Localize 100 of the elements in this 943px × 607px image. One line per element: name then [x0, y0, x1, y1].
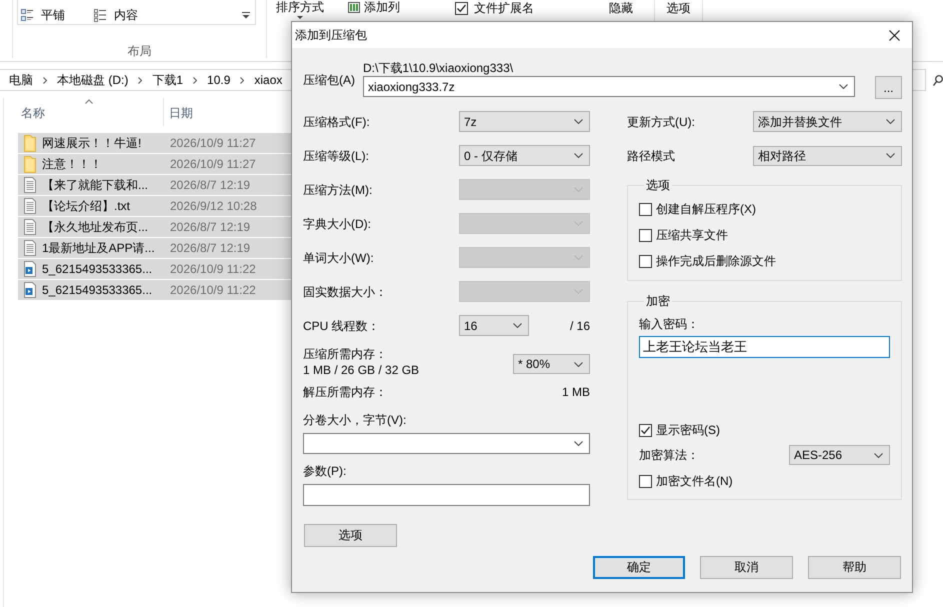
- file-name: 注意！！！: [42, 156, 103, 172]
- file-date: 2026/8/7 12:19: [170, 220, 250, 234]
- chevron-down-icon: [874, 452, 883, 458]
- file-name: 【论坛介绍】.txt: [42, 198, 132, 214]
- dialog-button[interactable]: 帮助: [808, 556, 901, 579]
- field-label: CPU 线程数：: [303, 318, 381, 334]
- file-date: 2026/10/9 11:27: [170, 136, 256, 150]
- options-button[interactable]: 选项: [304, 524, 397, 547]
- group-title: 加密: [645, 294, 671, 308]
- options-button[interactable]: 选项: [666, 1, 690, 15]
- breadcrumb-item[interactable]: xiaox: [254, 73, 282, 87]
- archive-name-combo[interactable]: xiaoxiong333.7z: [363, 76, 855, 97]
- file-name: 【永久地址发布页...: [42, 218, 150, 236]
- column-header[interactable]: 日期: [164, 98, 284, 126]
- memory-value: 1 MB: [562, 384, 590, 400]
- input-field[interactable]: [303, 484, 590, 506]
- field-label: 压缩格式(F):: [303, 114, 371, 130]
- archive-path: D:\下载1\10.9\xiaoxiong333\: [363, 60, 514, 76]
- checkbox-label[interactable]: 文件扩展名: [474, 0, 534, 16]
- chevron-right-icon: [240, 76, 244, 84]
- checkbox-label[interactable]: 显示密码(S): [656, 422, 720, 438]
- field-label: 压缩包(A): [303, 72, 356, 88]
- checkbox[interactable]: [639, 424, 652, 436]
- sort-button[interactable]: 排序方式: [273, 0, 327, 19]
- checkbox[interactable]: [455, 2, 468, 14]
- expand-arrow-icon[interactable]: [242, 12, 250, 18]
- dialog-button[interactable]: 确定: [593, 556, 685, 579]
- dropdown[interactable]: AES-256: [789, 445, 890, 465]
- chevron-right-icon: [138, 76, 142, 84]
- layout-option[interactable]: 内容: [94, 6, 167, 24]
- chevron-down-icon: [513, 323, 522, 328]
- folder-icon: [24, 134, 36, 152]
- file-date: 2026/10/9 11:22: [170, 262, 256, 276]
- dropdown[interactable]: 0 - 仅存储: [459, 145, 590, 166]
- chevron-down-icon: [839, 84, 848, 89]
- dropdown[interactable]: * 80%: [513, 354, 590, 374]
- chevron-down-icon: [886, 153, 895, 158]
- file-date: 2026/10/9 11:27: [170, 157, 256, 171]
- field-label: 解压所需内存：: [303, 384, 387, 400]
- breadcrumb-item[interactable]: 10.9: [207, 73, 230, 87]
- breadcrumb-item[interactable]: 本地磁盘 (D:): [57, 73, 128, 87]
- chevron-down-icon: [574, 362, 583, 366]
- field-label: 更新方式(U):: [627, 114, 696, 130]
- file-name: 1最新地址及APP请...: [42, 240, 156, 256]
- text-file-icon: [24, 219, 36, 235]
- media-file-icon: [24, 261, 36, 277]
- dropdown[interactable]: 添加并替换文件: [753, 111, 902, 132]
- dialog-title: 添加到压缩包: [295, 28, 368, 42]
- field-label: 路径模式: [627, 148, 676, 164]
- checkbox[interactable]: [639, 202, 652, 216]
- checkbox[interactable]: [639, 228, 652, 242]
- chevron-right-icon: [43, 76, 47, 84]
- chevron-down-icon: [574, 441, 583, 446]
- file-name: 【来了就能下载和...: [42, 176, 150, 194]
- file-name: 5_6215493533365...: [42, 283, 154, 297]
- group-title: 选项: [645, 178, 671, 192]
- password-field[interactable]: 上老王论坛当老王: [639, 336, 890, 358]
- file-date: 2026/8/7 12:19: [170, 178, 250, 192]
- text-file-icon: [24, 240, 36, 256]
- thread-count-max: / 16: [570, 318, 590, 334]
- browse-button[interactable]: ...: [875, 76, 902, 99]
- checkbox-label[interactable]: 创建自解压程序(X): [656, 201, 756, 217]
- checkbox-label[interactable]: 压缩共享文件: [656, 227, 728, 243]
- field-label: 输入密码：: [639, 316, 700, 332]
- file-name: 网速展示！！牛逼!: [42, 134, 142, 152]
- add-columns-button[interactable]: 添加列: [348, 0, 400, 14]
- memory-usage: 1 MB / 26 GB / 32 GB: [303, 362, 420, 378]
- field-label: 参数(P):: [303, 463, 348, 479]
- volume-size-combo[interactable]: [303, 433, 590, 454]
- dropdown[interactable]: 相对路径: [753, 146, 902, 166]
- checkbox-label[interactable]: 加密文件名(N): [656, 473, 733, 489]
- chevron-down-icon: [574, 119, 583, 124]
- checkbox-label[interactable]: 操作完成后删除源文件: [656, 253, 776, 269]
- search-icon[interactable]: [933, 74, 943, 86]
- hide-button[interactable]: 隐藏: [595, 1, 647, 15]
- text-file-icon: [24, 198, 36, 214]
- chevron-down-icon: [886, 119, 895, 124]
- breadcrumb-item[interactable]: 电脑: [9, 73, 33, 87]
- close-icon: [888, 30, 900, 40]
- layout-option[interactable]: 平铺: [21, 6, 94, 24]
- field-label: 加密算法：: [639, 447, 700, 463]
- caret-icon: [297, 16, 303, 19]
- tiles-icon: [21, 9, 33, 21]
- content-view-icon: [94, 8, 106, 22]
- column-header[interactable]: 名称: [18, 98, 164, 126]
- checkbox[interactable]: [639, 474, 652, 488]
- file-name: 5_6215493533365...: [42, 262, 154, 276]
- text-file-icon: [24, 177, 36, 193]
- file-date: 2026/10/9 11:22: [170, 283, 256, 297]
- breadcrumb-item[interactable]: 下载1: [152, 73, 184, 87]
- field-label: 压缩所需内存：: [303, 346, 388, 362]
- file-date: 2026/9/12 10:28: [170, 199, 257, 213]
- checkbox[interactable]: [639, 254, 652, 268]
- dropdown[interactable]: 7z: [459, 111, 590, 132]
- field-label: 分卷大小，字节(V):: [303, 412, 408, 428]
- media-file-icon: [24, 282, 36, 298]
- dialog-button[interactable]: 取消: [700, 556, 793, 579]
- group-label: 布局: [128, 44, 152, 58]
- chevron-right-icon: [193, 76, 198, 84]
- dropdown[interactable]: 16: [459, 315, 529, 336]
